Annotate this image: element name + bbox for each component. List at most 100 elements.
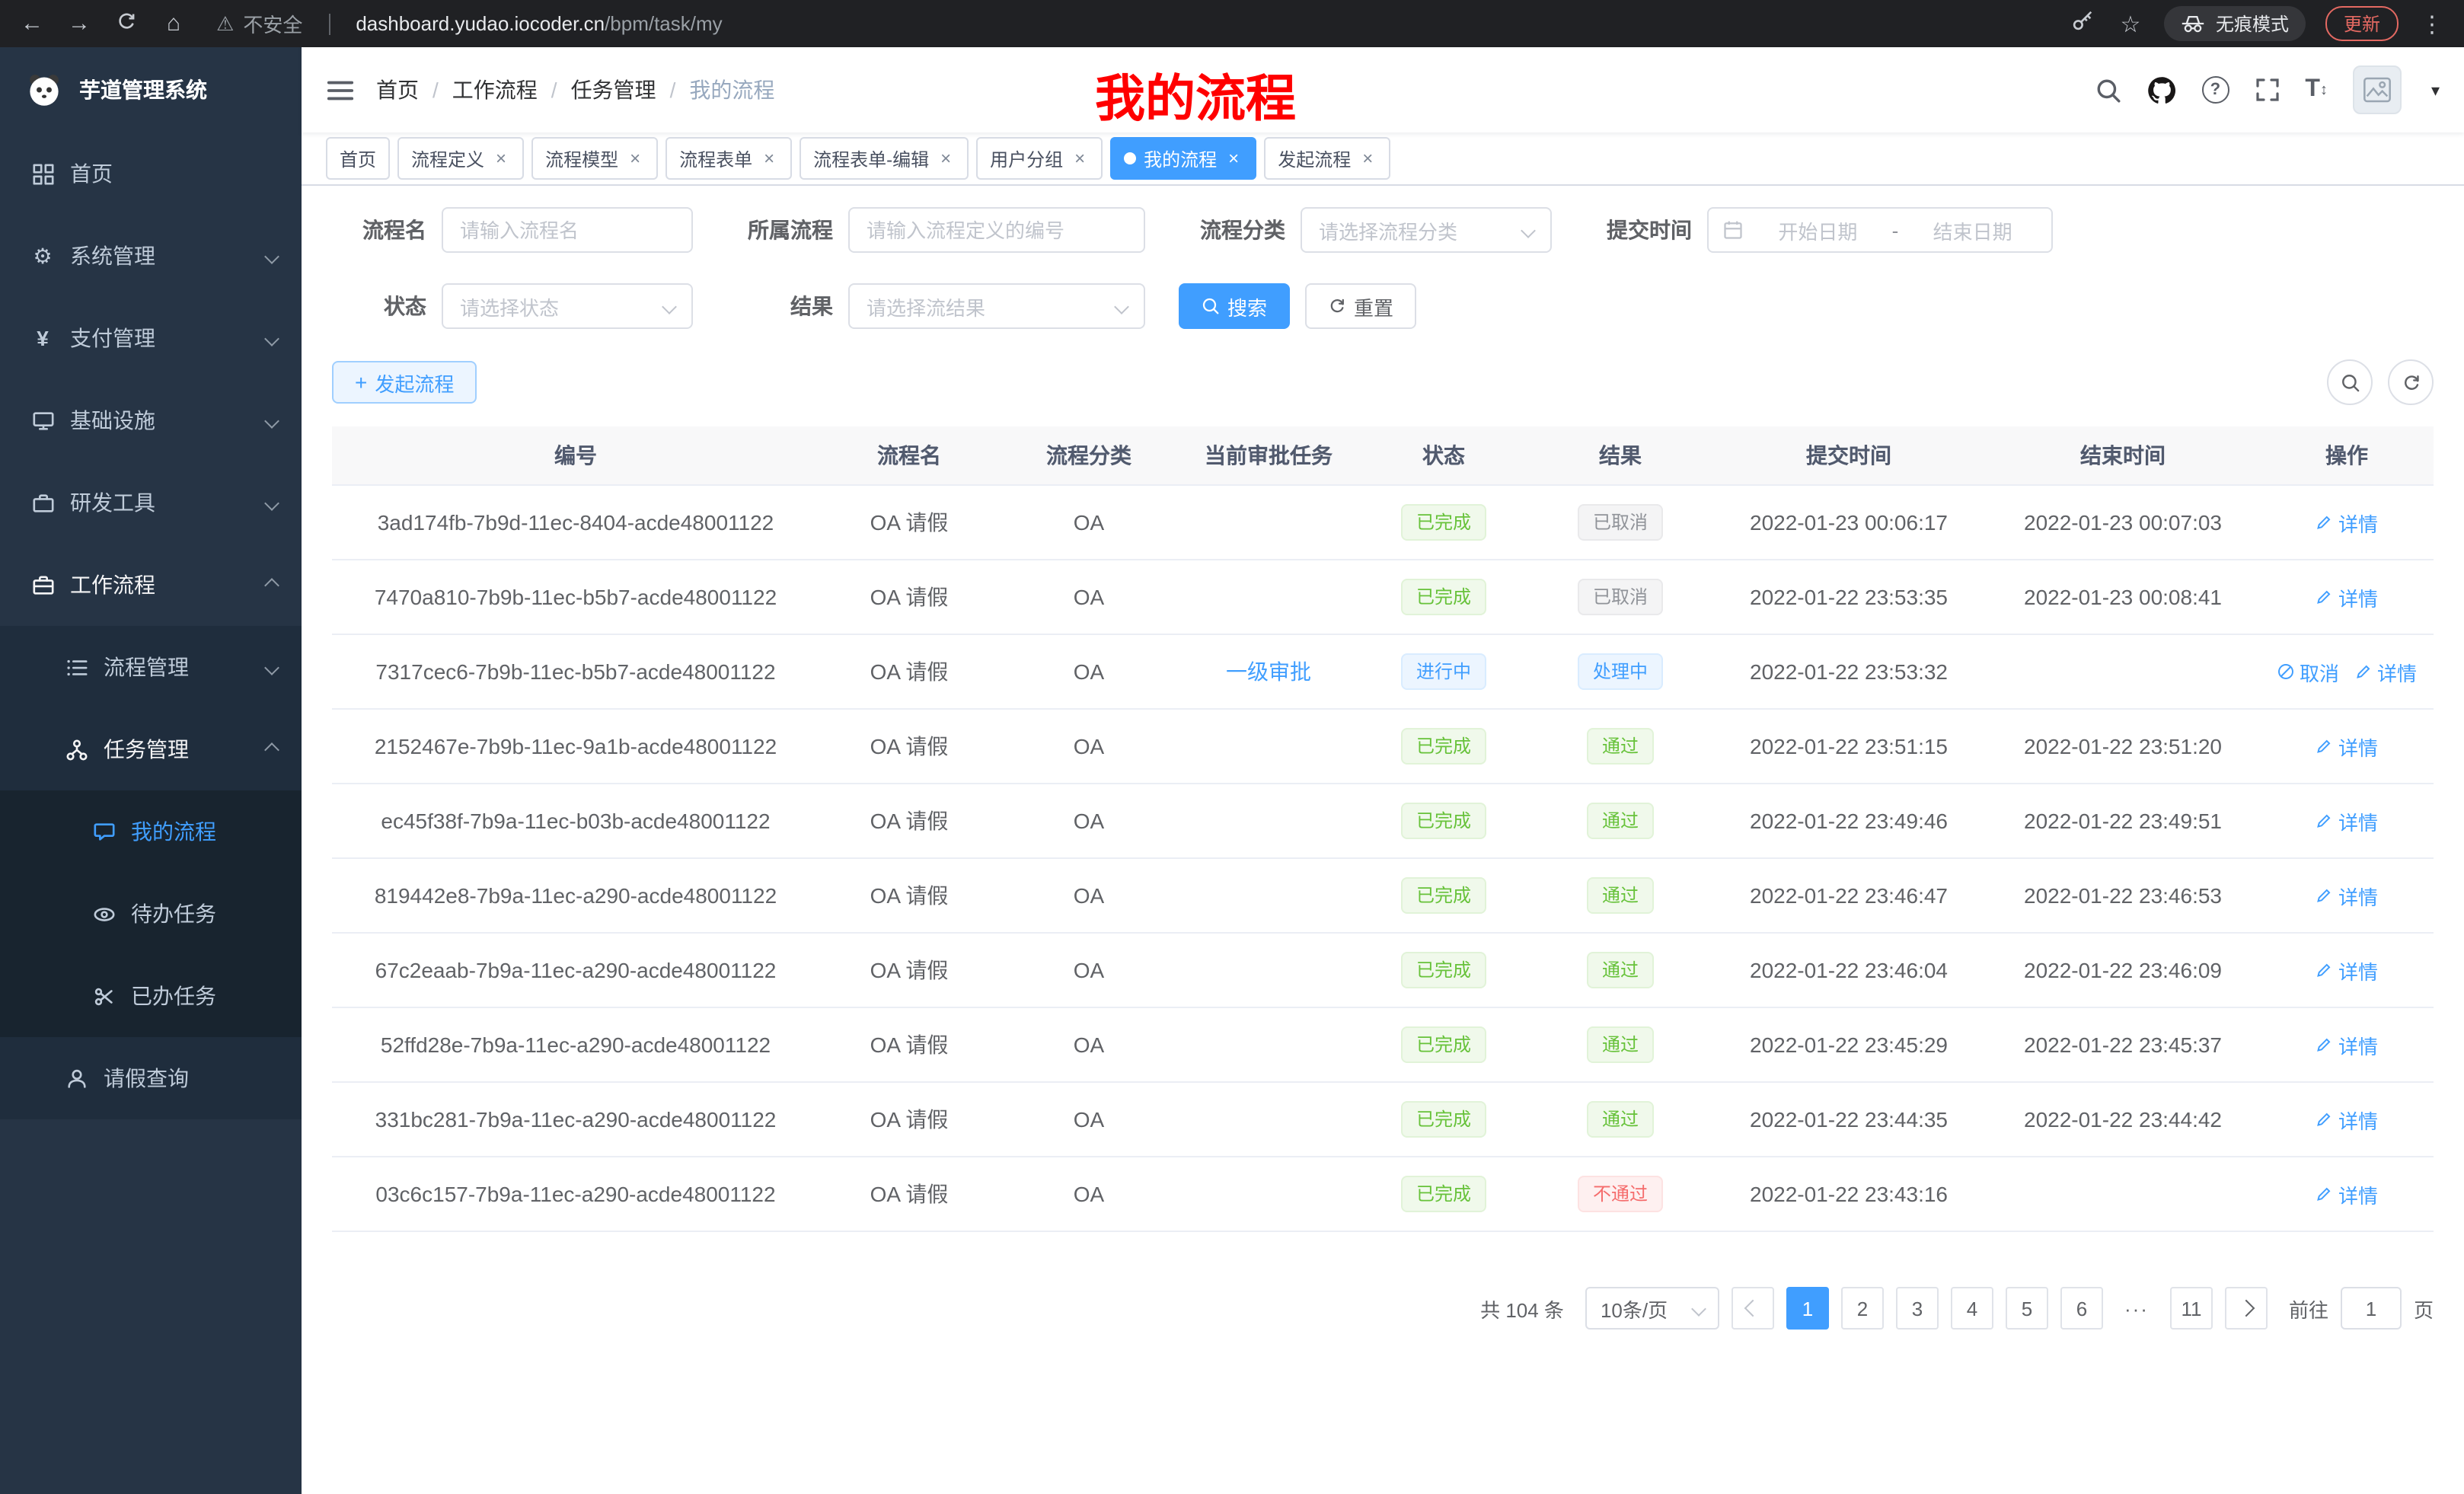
close-icon[interactable]: ×	[760, 148, 778, 169]
tab-home[interactable]: 首页	[326, 137, 390, 180]
tab-user-group[interactable]: 用户分组×	[976, 137, 1103, 180]
goto-page-input[interactable]	[2341, 1287, 2402, 1330]
tab-process-form[interactable]: 流程表单×	[665, 137, 792, 180]
page-button-11[interactable]: 11	[2170, 1287, 2213, 1330]
hamburger-menu-icon[interactable]	[326, 75, 355, 104]
detail-link[interactable]: 详情	[2316, 806, 2378, 835]
sidebar-item-task-management[interactable]: 任务管理	[0, 708, 302, 790]
close-icon[interactable]: ×	[937, 148, 955, 169]
more-pages-button[interactable]: ···	[2115, 1287, 2158, 1330]
sidebar-item-system[interactable]: ⚙ 系统管理	[0, 215, 302, 297]
breadcrumb-item-home[interactable]: 首页	[376, 75, 419, 105]
chevron-down-icon	[264, 330, 279, 346]
detail-link[interactable]: 详情	[2316, 1180, 2378, 1208]
site-security[interactable]: ⚠ 不安全	[216, 9, 302, 38]
home-icon[interactable]: ⌂	[160, 11, 187, 37]
font-size-icon[interactable]: T↕	[2305, 76, 2328, 104]
table-row: 52ffd28e-7b9a-11ec-a290-acde48001122 OA …	[332, 1007, 2434, 1082]
bookmark-star-icon[interactable]: ☆	[2117, 10, 2144, 37]
page-size-select[interactable]: 10条/页	[1585, 1287, 1719, 1330]
cell-status: 已完成	[1358, 784, 1529, 858]
reset-button[interactable]: 重置	[1305, 283, 1416, 329]
current-task-link[interactable]: 一级审批	[1226, 659, 1311, 684]
refresh-table-button[interactable]	[2388, 359, 2434, 405]
detail-link[interactable]: 详情	[2316, 956, 2378, 985]
cell-submit-time: 2022-01-22 23:49:46	[1712, 784, 1986, 858]
search-icon	[1202, 297, 1220, 315]
sidebar-item-process-management[interactable]: 流程管理	[0, 626, 302, 708]
prev-page-button[interactable]	[1732, 1287, 1774, 1330]
close-icon[interactable]: ×	[1358, 148, 1377, 169]
detail-link[interactable]: 详情	[2316, 1030, 2378, 1059]
column-header-id: 编号	[332, 426, 819, 485]
avatar[interactable]	[2354, 65, 2402, 114]
forward-icon[interactable]: →	[65, 11, 93, 37]
sidebar-item-my-process[interactable]: 我的流程	[0, 790, 302, 873]
sidebar-item-workflow[interactable]: 工作流程	[0, 544, 302, 626]
sidebar-item-payment[interactable]: ¥ 支付管理	[0, 297, 302, 379]
github-icon[interactable]	[2146, 75, 2175, 104]
start-process-button[interactable]: + 发起流程	[332, 361, 477, 404]
incognito-badge[interactable]: 无痕模式	[2164, 6, 2306, 41]
detail-link[interactable]: 详情	[2316, 583, 2378, 611]
cell-submit-time: 2022-01-23 00:06:17	[1712, 485, 1986, 560]
search-icon[interactable]	[2095, 77, 2121, 103]
refresh-icon[interactable]	[113, 10, 140, 37]
page-button-3[interactable]: 3	[1896, 1287, 1939, 1330]
help-icon[interactable]: ?	[2201, 76, 2229, 104]
browser-menu-icon[interactable]: ⋮	[2418, 10, 2446, 37]
close-icon[interactable]: ×	[492, 148, 510, 169]
page-button-6[interactable]: 6	[2060, 1287, 2103, 1330]
detail-link[interactable]: 详情	[2354, 657, 2417, 686]
close-icon[interactable]: ×	[1224, 148, 1243, 169]
update-button[interactable]: 更新	[2325, 6, 2399, 41]
close-icon[interactable]: ×	[626, 148, 644, 169]
breadcrumb-item-task-management[interactable]: 任务管理	[571, 75, 656, 105]
address-bar[interactable]: dashboard.yudao.iocoder.cn/bpm/task/my	[356, 12, 722, 35]
page-button-2[interactable]: 2	[1841, 1287, 1884, 1330]
tab-my-process[interactable]: 我的流程×	[1110, 137, 1256, 180]
cell-submit-time: 2022-01-22 23:53:35	[1712, 560, 1986, 634]
app-logo[interactable]: 芋道管理系统	[0, 47, 302, 132]
toggle-search-button[interactable]	[2327, 359, 2373, 405]
breadcrumb-item-workflow[interactable]: 工作流程	[452, 75, 538, 105]
process-name-input[interactable]	[442, 207, 693, 253]
status-select[interactable]: 请选择状态	[442, 283, 693, 329]
page-button-5[interactable]: 5	[2006, 1287, 2048, 1330]
cancel-link[interactable]: 取消	[2277, 657, 2339, 686]
flow-icon	[64, 737, 88, 761]
table-row: 819442e8-7b9a-11ec-a290-acde48001122 OA …	[332, 858, 2434, 933]
tab-process-definition[interactable]: 流程定义×	[397, 137, 524, 180]
caret-down-icon[interactable]: ▾	[2431, 80, 2440, 100]
pencil-icon	[2316, 1185, 2334, 1203]
sidebar-item-home[interactable]: 首页	[0, 132, 302, 215]
date-range-picker[interactable]: 开始日期 - 结束日期	[1707, 207, 2053, 253]
detail-link[interactable]: 详情	[2316, 732, 2378, 761]
sidebar-item-done-tasks[interactable]: 已办任务	[0, 955, 302, 1037]
detail-link[interactable]: 详情	[2316, 508, 2378, 537]
sidebar-item-leave-query[interactable]: 请假查询	[0, 1037, 302, 1119]
tab-process-model[interactable]: 流程模型×	[531, 137, 658, 180]
back-icon[interactable]: ←	[18, 11, 46, 37]
cell-status: 已完成	[1358, 1157, 1529, 1231]
fullscreen-icon[interactable]	[2255, 78, 2279, 102]
chevron-down-icon	[264, 495, 279, 510]
tab-start-process[interactable]: 发起流程×	[1264, 137, 1390, 180]
search-button[interactable]: 搜索	[1179, 283, 1290, 329]
detail-link[interactable]: 详情	[2316, 1105, 2378, 1134]
sidebar-item-devtools[interactable]: 研发工具	[0, 461, 302, 544]
cell-status: 进行中	[1358, 634, 1529, 709]
sidebar-item-infrastructure[interactable]: 基础设施	[0, 379, 302, 461]
password-key-icon[interactable]	[2070, 9, 2097, 38]
close-icon[interactable]: ×	[1071, 148, 1089, 169]
result-select[interactable]: 请选择流结果	[848, 283, 1145, 329]
process-definition-input[interactable]	[848, 207, 1145, 253]
page-button-1[interactable]: 1	[1786, 1287, 1829, 1330]
next-page-button[interactable]	[2225, 1287, 2268, 1330]
tab-process-form-edit[interactable]: 流程表单-编辑×	[800, 137, 969, 180]
cell-end-time	[1986, 634, 2260, 709]
page-button-4[interactable]: 4	[1951, 1287, 1993, 1330]
detail-link[interactable]: 详情	[2316, 881, 2378, 910]
sidebar-item-todo-tasks[interactable]: 待办任务	[0, 873, 302, 955]
category-select[interactable]: 请选择流程分类	[1301, 207, 1552, 253]
